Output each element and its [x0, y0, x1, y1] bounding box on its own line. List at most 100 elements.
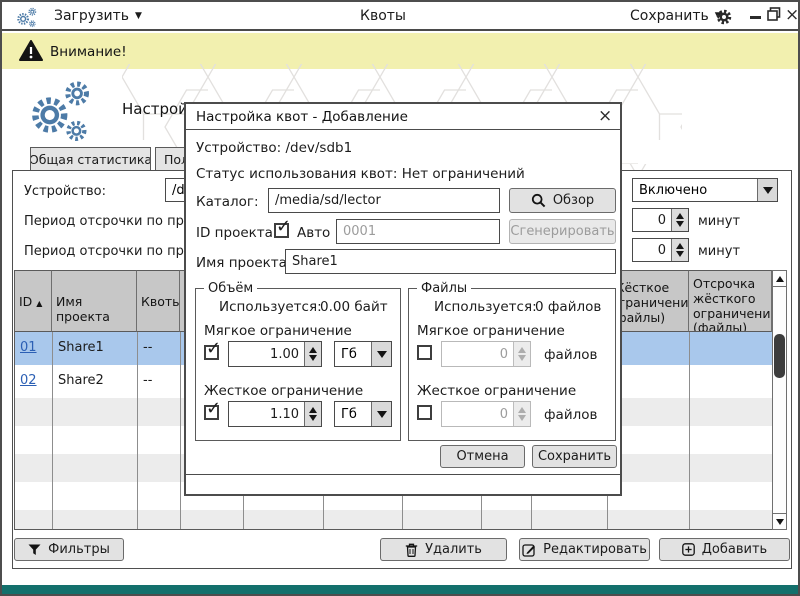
- column-divider: [52, 332, 53, 529]
- plus-icon: [682, 543, 695, 556]
- row-quotas: --: [137, 365, 158, 398]
- project-id-label: ID проекта:: [196, 225, 277, 241]
- delete-button[interactable]: Удалить: [380, 538, 507, 561]
- scrollbar-track[interactable]: [772, 287, 787, 513]
- scroll-down-button[interactable]: [772, 513, 787, 530]
- check-icon: ✓: [276, 216, 291, 237]
- unit-value: Гб: [335, 347, 371, 362]
- files-soft-input[interactable]: [442, 342, 513, 366]
- scroll-up-button[interactable]: [772, 270, 787, 287]
- tab-label: Общая статистика: [30, 152, 151, 167]
- edit-button[interactable]: Редактировать: [519, 538, 650, 561]
- files-soft-checkbox[interactable]: [417, 345, 432, 360]
- grace-period-hard-input[interactable]: [633, 239, 671, 261]
- generate-button-label: Сгенерировать: [510, 224, 614, 239]
- save-menu[interactable]: Сохранить ▼: [630, 8, 722, 24]
- files-hard-spinner[interactable]: [441, 401, 531, 427]
- volume-hard-input[interactable]: [229, 402, 304, 426]
- volume-hard-limit-label: Жесткое ограничение: [204, 383, 363, 399]
- chevron-down-icon[interactable]: [371, 342, 391, 366]
- check-icon: ✓: [206, 398, 221, 419]
- minimize-button[interactable]: [750, 16, 761, 19]
- column-header-id[interactable]: ID ▲: [14, 270, 52, 332]
- browse-button[interactable]: Обзор: [509, 188, 616, 213]
- column-header-label: Квоты: [141, 294, 180, 309]
- spinner-arrows: [513, 402, 530, 426]
- app-window: Загрузить ▼ Квоты Сохранить ▼ × Внимание…: [0, 0, 800, 596]
- project-name-input[interactable]: [285, 249, 616, 274]
- column-header-quotas[interactable]: Квоты: [137, 270, 180, 332]
- grace-period-soft-spinner[interactable]: [632, 208, 689, 232]
- row-id-link[interactable]: 02: [20, 373, 37, 388]
- search-icon: [531, 193, 546, 208]
- dialog-save-button[interactable]: Сохранить: [532, 445, 617, 468]
- settings-gear-icon[interactable]: [714, 7, 734, 27]
- project-id-input[interactable]: [336, 219, 500, 244]
- unit-value: Гб: [335, 407, 371, 422]
- volume-soft-input[interactable]: [229, 342, 304, 366]
- warning-text: Внимание!: [50, 44, 127, 60]
- minutes-unit-label: минут: [698, 214, 740, 229]
- files-hard-checkbox[interactable]: [417, 405, 432, 420]
- save-menu-label: Сохранить: [630, 8, 709, 24]
- volume-soft-checkbox[interactable]: ✓: [204, 345, 219, 360]
- files-used-label: Используется:: [434, 299, 537, 315]
- column-header-label: Жёсткое ограничение (файлы): [611, 280, 689, 325]
- row-project-name: Share1: [52, 332, 110, 365]
- volume-hard-checkbox[interactable]: ✓: [204, 405, 219, 420]
- title-bar: Загрузить ▼ Квоты Сохранить ▼ ×: [2, 2, 798, 31]
- load-menu[interactable]: Загрузить ▼: [54, 8, 142, 24]
- catalog-input[interactable]: [268, 188, 500, 213]
- edit-button-label: Редактировать: [543, 542, 647, 557]
- chevron-down-icon[interactable]: [371, 402, 391, 426]
- dialog-status-line: Статус использования квот: Нет ограничен…: [196, 166, 525, 182]
- device-label: Устройство:: [24, 184, 106, 199]
- volume-hard-unit-select[interactable]: Гб: [334, 401, 392, 427]
- add-button[interactable]: Добавить: [659, 538, 790, 561]
- volume-hard-spinner[interactable]: [228, 401, 322, 427]
- files-used-value: 0 файлов: [535, 299, 601, 315]
- generate-button[interactable]: Сгенерировать: [509, 219, 616, 244]
- files-group-legend: Файлы: [417, 281, 471, 296]
- spinner-arrows[interactable]: [304, 342, 321, 366]
- cancel-button[interactable]: Отмена: [440, 445, 525, 468]
- grace-period-soft-input[interactable]: [633, 209, 671, 231]
- dialog-device-line: Устройство: /dev/sdb1: [196, 140, 352, 156]
- grace-period-hard-spinner[interactable]: [632, 238, 689, 262]
- volume-soft-spinner[interactable]: [228, 341, 322, 367]
- filters-button[interactable]: Фильтры: [14, 538, 124, 561]
- scrollbar-thumb[interactable]: [774, 334, 785, 378]
- quota-state-value: Включено: [633, 183, 757, 198]
- spinner-arrows[interactable]: [304, 402, 321, 426]
- maximize-button[interactable]: [767, 7, 781, 21]
- filter-funnel-icon: [28, 544, 41, 556]
- volume-soft-unit-select[interactable]: Гб: [334, 341, 392, 367]
- dialog-close-icon[interactable]: ×: [598, 106, 612, 126]
- volume-soft-limit-label: Мягкое ограничение: [204, 323, 352, 339]
- tab-general-statistics[interactable]: Общая статистика: [30, 147, 151, 171]
- spinner-arrows[interactable]: [671, 209, 688, 231]
- minutes-unit-label: минут: [698, 244, 740, 259]
- files-soft-spinner[interactable]: [441, 341, 531, 367]
- column-header-hard-grace-files[interactable]: Отсрочка жёсткого ограничения (файлы): [689, 270, 772, 332]
- gears-logo: [24, 74, 100, 146]
- files-hard-input[interactable]: [442, 402, 513, 426]
- close-button[interactable]: ×: [785, 5, 799, 25]
- table-border: [14, 332, 15, 529]
- volume-used-value: 0.00 байт: [320, 299, 388, 315]
- delete-button-label: Удалить: [425, 542, 482, 557]
- dialog-footer-divider: [186, 474, 620, 475]
- dialog-save-button-label: Сохранить: [538, 449, 611, 464]
- spinner-arrows[interactable]: [671, 239, 688, 261]
- check-icon: ✓: [206, 338, 221, 359]
- column-divider: [137, 332, 138, 529]
- browse-button-label: Обзор: [553, 193, 594, 208]
- chevron-down-icon[interactable]: [757, 179, 777, 201]
- column-header-project-name[interactable]: Имя проекта: [52, 270, 137, 332]
- quota-state-select[interactable]: Включено: [632, 178, 778, 202]
- auto-checkbox[interactable]: ✓: [274, 223, 289, 238]
- row-id-link[interactable]: 01: [20, 340, 37, 355]
- volume-used-label: Используется:: [219, 299, 322, 315]
- chevron-down-icon: ▼: [135, 11, 142, 21]
- files-unit-label: файлов: [544, 347, 597, 363]
